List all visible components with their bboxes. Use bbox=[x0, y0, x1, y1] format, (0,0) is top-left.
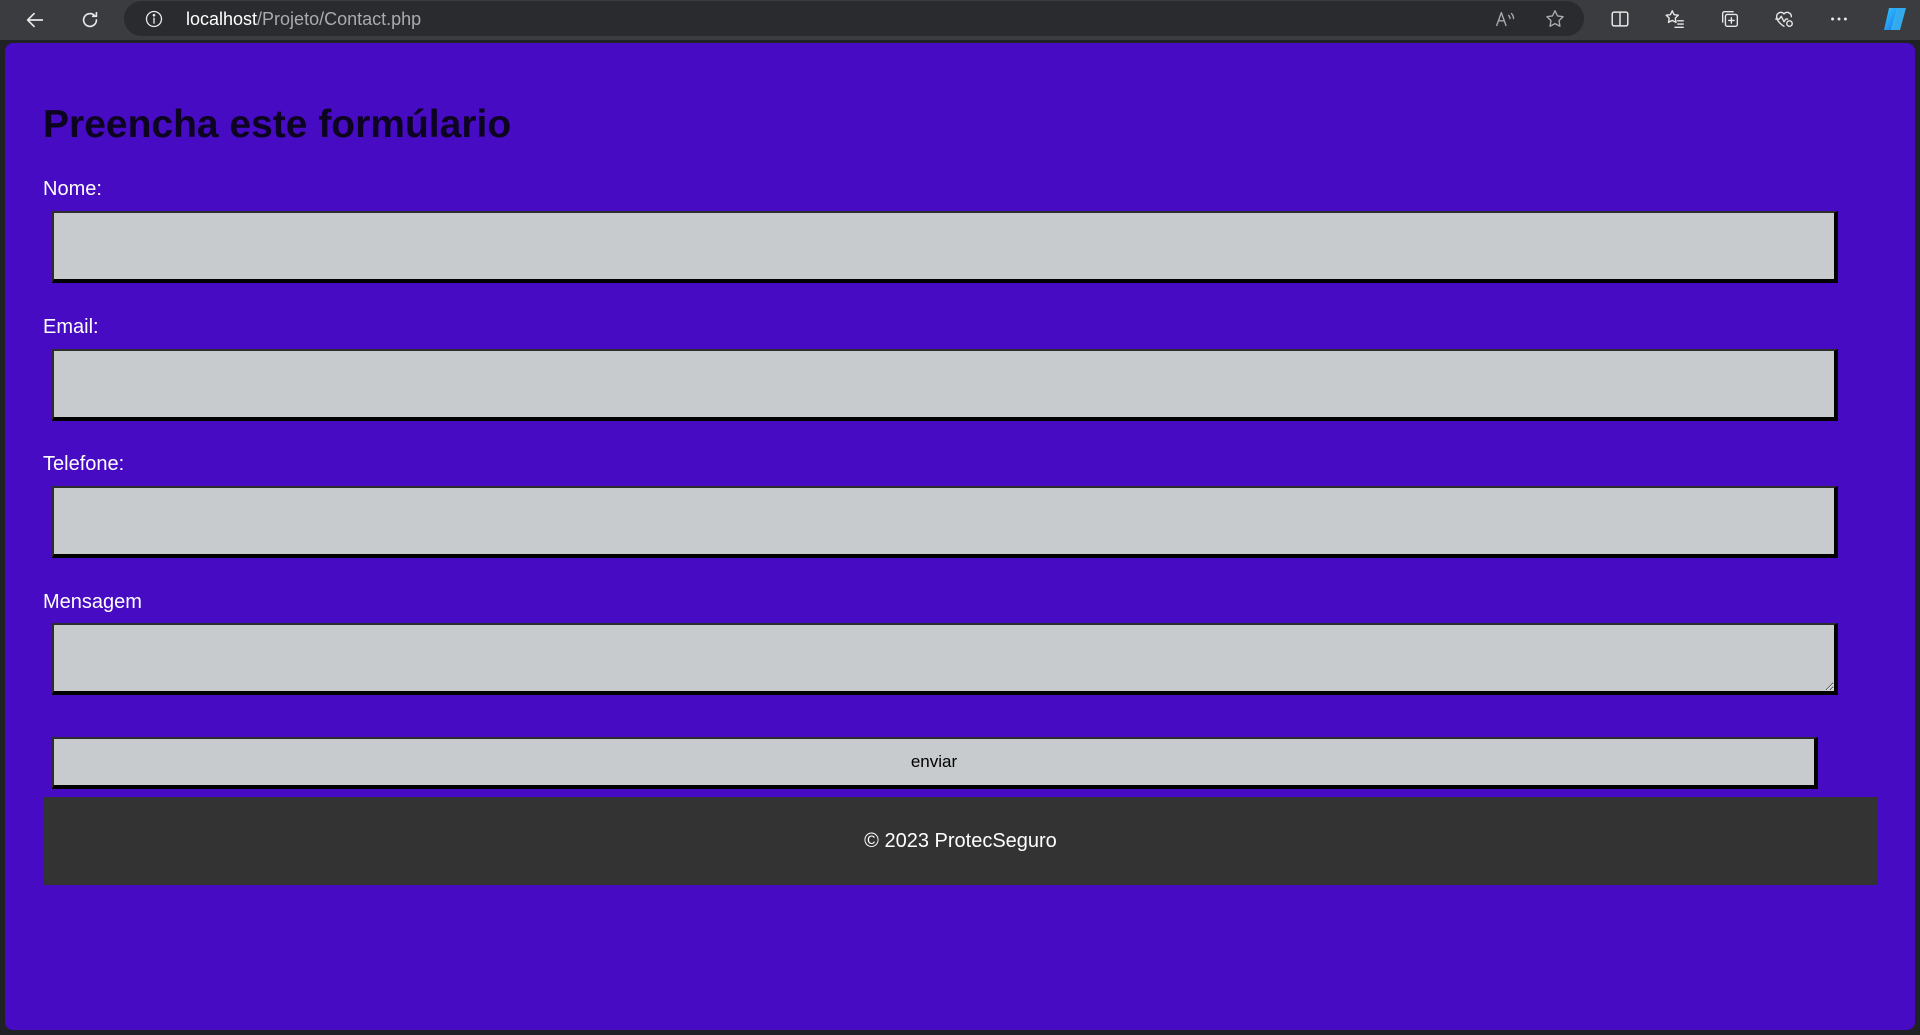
browser-essentials-icon bbox=[1775, 11, 1793, 28]
copilot-icon bbox=[1884, 8, 1906, 30]
page-title: Preencha este formúlario bbox=[43, 103, 512, 146]
telefone-label: Telefone: bbox=[43, 453, 125, 475]
favorites-icon bbox=[1665, 10, 1684, 28]
favorite-star-icon[interactable] bbox=[1544, 8, 1566, 30]
address-bar[interactable]: localhost/Projeto/Contact.php bbox=[124, 1, 1584, 36]
collections-button[interactable] bbox=[1718, 7, 1742, 31]
email-input[interactable] bbox=[52, 349, 1838, 421]
back-button[interactable] bbox=[20, 5, 50, 35]
split-screen-icon bbox=[1611, 11, 1629, 27]
url-host: localhost bbox=[186, 9, 258, 29]
mensagem-textarea[interactable] bbox=[52, 623, 1838, 695]
split-screen-button[interactable] bbox=[1608, 7, 1632, 31]
info-icon[interactable] bbox=[144, 9, 164, 29]
browser-toolbar: localhost/Projeto/Contact.php bbox=[0, 0, 1920, 40]
page-viewport: Preencha este formúlario Nome: Email: Te… bbox=[5, 43, 1915, 1030]
nome-label: Nome: bbox=[43, 178, 102, 200]
footer: © 2023 ProtecSeguro bbox=[43, 797, 1878, 885]
collections-icon bbox=[1721, 10, 1739, 28]
url-text[interactable]: localhost/Projeto/Contact.php bbox=[186, 9, 421, 30]
footer-copyright: © 2023 ProtecSeguro bbox=[864, 829, 1057, 852]
telefone-input[interactable] bbox=[52, 486, 1838, 558]
nome-input[interactable] bbox=[52, 211, 1838, 283]
browser-essentials-button[interactable] bbox=[1772, 7, 1796, 31]
favorites-button[interactable] bbox=[1663, 7, 1687, 31]
copilot-button[interactable] bbox=[1880, 4, 1910, 34]
enviar-button[interactable]: enviar bbox=[52, 737, 1818, 789]
read-aloud-icon[interactable] bbox=[1494, 8, 1516, 30]
email-label: Email: bbox=[43, 316, 99, 338]
refresh-icon bbox=[82, 11, 98, 28]
back-icon bbox=[26, 12, 44, 28]
refresh-button[interactable] bbox=[75, 5, 105, 35]
more-button[interactable] bbox=[1827, 7, 1851, 31]
more-icon bbox=[1831, 17, 1847, 21]
url-path: /Projeto/Contact.php bbox=[257, 9, 422, 29]
mensagem-label: Mensagem bbox=[43, 591, 142, 613]
